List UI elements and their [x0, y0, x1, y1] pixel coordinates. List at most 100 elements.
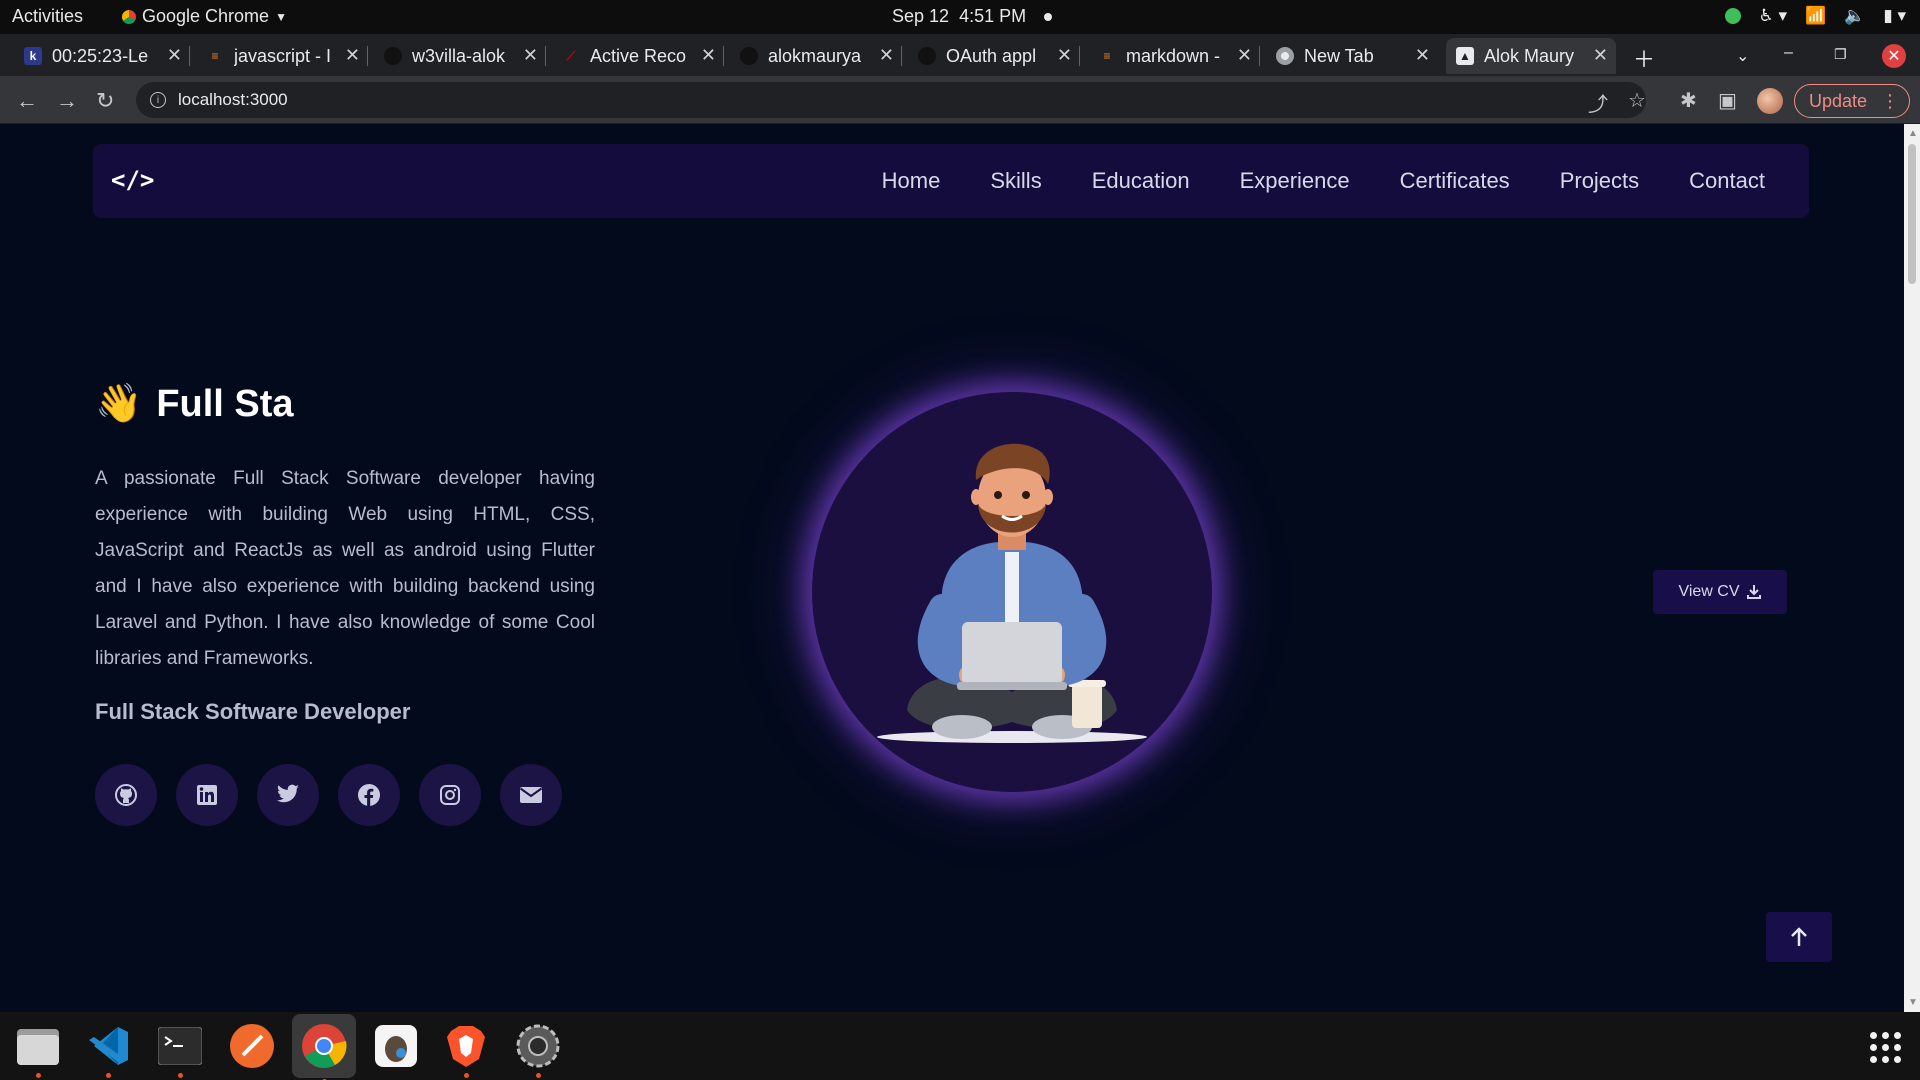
tab-title: Alok Maury — [1484, 45, 1575, 66]
brave-icon — [447, 1026, 485, 1067]
volume-icon: 🔈 — [1844, 6, 1866, 25]
terminal-app[interactable] — [154, 1020, 206, 1078]
restore-icon[interactable]: ❐ — [1834, 46, 1847, 63]
browser-tab[interactable]: w3villa-alok ✕ — [374, 38, 546, 74]
system-tray[interactable]: ♿ ▾ 📶 🔈 ▮ ▾ — [1724, 6, 1906, 26]
site-info-icon[interactable]: i — [150, 92, 166, 108]
facebook-icon — [358, 784, 380, 806]
side-panel-icon[interactable]: ▣ — [1718, 88, 1737, 113]
nav-link-contact[interactable]: Contact — [1689, 168, 1765, 194]
nav-link-experience[interactable]: Experience — [1240, 168, 1350, 194]
page-scrollbar[interactable]: ▲ ▼ — [1904, 124, 1920, 1012]
back-icon[interactable]: ← — [16, 88, 38, 114]
settings-app[interactable] — [512, 1020, 564, 1078]
files-app[interactable] — [12, 1020, 64, 1078]
browser-tab[interactable]: OAuth appl ✕ — [908, 38, 1080, 74]
chrome-app[interactable] — [292, 1014, 356, 1080]
waving-hand-icon: 👋 — [95, 383, 143, 425]
share-icon[interactable]: ⤴ — [1588, 88, 1608, 117]
close-icon[interactable]: ✕ — [1593, 45, 1608, 66]
hero-title-text: Full Sta — [156, 382, 294, 425]
scroll-to-top-button[interactable] — [1766, 912, 1832, 962]
browser-tab[interactable]: ≡ javascript - I ✕ — [196, 38, 368, 74]
taskbar-dock — [0, 1012, 1920, 1080]
browser-tab[interactable]: New Tab ✕ — [1266, 38, 1438, 74]
close-icon[interactable]: ✕ — [1237, 45, 1252, 66]
tab-title: javascript - I — [234, 45, 332, 66]
site-logo[interactable]: </> — [111, 166, 154, 194]
close-icon[interactable]: ✕ — [879, 45, 894, 66]
app-menu[interactable]: Google Chrome ▼ — [122, 6, 287, 27]
browser-tab[interactable]: alokmaurya ✕ — [730, 38, 902, 74]
browser-toolbar: ← → ↻ i localhost:3000 ⤴ ☆ ✱ ▣ — [0, 76, 1920, 124]
close-icon[interactable]: ✕ — [167, 45, 182, 66]
close-icon[interactable]: ✕ — [701, 45, 716, 66]
vscode-app[interactable] — [82, 1020, 134, 1078]
nav-link-certificates[interactable]: Certificates — [1400, 168, 1510, 194]
brave-app[interactable] — [440, 1020, 492, 1078]
window-close-icon[interactable]: ✕ — [1882, 44, 1906, 68]
nav-link-education[interactable]: Education — [1092, 168, 1190, 194]
tab-title: Active Reco — [590, 45, 687, 66]
close-icon[interactable]: ✕ — [345, 45, 360, 66]
nav-link-home[interactable]: Home — [882, 168, 941, 194]
view-cv-label: View CV — [1678, 583, 1740, 600]
facebook-link[interactable] — [338, 764, 400, 826]
scroll-down-icon[interactable]: ▼ — [1908, 997, 1918, 1008]
close-icon[interactable]: ✕ — [523, 45, 538, 66]
profile-avatar[interactable] — [1757, 88, 1783, 114]
stackoverflow-icon: ≡ — [211, 49, 219, 63]
nav-link-skills[interactable]: Skills — [990, 168, 1041, 194]
extensions-icon[interactable]: ✱ — [1680, 88, 1697, 113]
forward-icon[interactable]: → — [56, 88, 78, 114]
scroll-up-icon[interactable]: ▲ — [1908, 128, 1918, 139]
address-bar[interactable]: i localhost:3000 — [136, 82, 1646, 118]
scrollbar-thumb[interactable] — [1908, 144, 1916, 284]
close-icon[interactable]: ✕ — [1415, 45, 1430, 66]
view-cv-button[interactable]: View CV — [1653, 570, 1787, 614]
new-tab-icon[interactable]: ＋ — [1633, 42, 1655, 74]
twitter-link[interactable] — [257, 764, 319, 826]
clock[interactable]: Sep 12 4:51 PM — [892, 6, 1053, 27]
developer-avatar-image — [877, 443, 1147, 743]
email-link[interactable] — [500, 764, 562, 826]
running-indicator — [535, 1073, 541, 1078]
browser-tab[interactable]: ⟋ Active Reco ✕ — [552, 38, 724, 74]
accessibility-icon[interactable]: ♿ ▾ — [1759, 6, 1788, 26]
tab-title: OAuth appl — [946, 45, 1037, 66]
tab-title: w3villa-alok — [412, 45, 506, 66]
postman-app[interactable] — [226, 1020, 278, 1072]
k-icon: k — [24, 47, 42, 65]
update-button[interactable]: Update ⋮ — [1794, 84, 1910, 118]
notification-dot-icon — [1044, 12, 1053, 21]
clock-time: 4:51 PM — [959, 6, 1027, 26]
hero-subtitle: Full Stack Software Developer — [95, 699, 411, 724]
browser-tab-active[interactable]: ▲ Alok Maury ✕ — [1446, 38, 1616, 74]
github-link[interactable] — [95, 764, 157, 826]
wifi-icon: 📶 — [1805, 6, 1827, 25]
dbeaver-app[interactable] — [370, 1020, 422, 1072]
bookmark-star-icon[interactable]: ☆ — [1628, 88, 1646, 113]
stackoverflow-icon: ≡ — [1103, 49, 1111, 63]
minimize-icon[interactable]: – — [1784, 44, 1793, 62]
tab-search-icon[interactable]: ⌄ — [1736, 46, 1749, 66]
reload-icon[interactable]: ↻ — [96, 88, 114, 114]
close-icon[interactable]: ✕ — [1057, 45, 1072, 66]
kebab-menu-icon[interactable]: ⋮ — [1881, 91, 1899, 112]
dbeaver-icon — [375, 1025, 417, 1067]
browser-tab[interactable]: k 00:25:23-Le ✕ — [14, 38, 190, 74]
instagram-link[interactable] — [419, 764, 481, 826]
linkedin-link[interactable] — [176, 764, 238, 826]
nav-link-projects[interactable]: Projects — [1560, 168, 1639, 194]
github-icon — [115, 784, 137, 806]
email-icon — [519, 787, 543, 803]
browser-tab[interactable]: ≡ markdown - ✕ — [1088, 38, 1260, 74]
chrome-icon — [1276, 47, 1294, 65]
terminal-icon — [158, 1027, 202, 1065]
show-apps-grid-icon[interactable] — [1870, 1032, 1901, 1063]
running-indicator — [463, 1073, 469, 1078]
social-links — [95, 764, 562, 826]
status-app-icon[interactable] — [1724, 8, 1741, 24]
running-indicator — [105, 1073, 111, 1078]
activities-button[interactable]: Activities — [12, 6, 83, 27]
